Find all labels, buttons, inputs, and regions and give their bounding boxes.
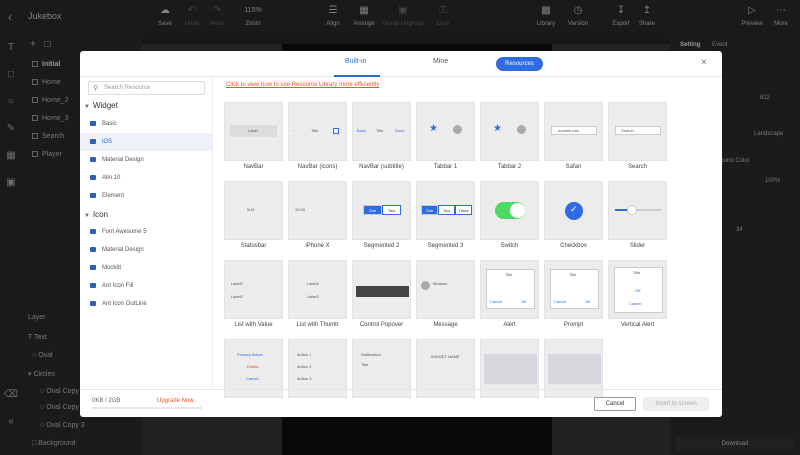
- modal-header: Built-in Mine Resources ×: [80, 51, 722, 77]
- popover-preview: [356, 286, 409, 297]
- help-link[interactable]: Click to view how to use Resource Librar…: [226, 82, 379, 88]
- modal-footer: 0KB / 2GB Upgrade Now Cancel Insert to s…: [80, 389, 722, 417]
- widget-card[interactable]: Label1 Label2 List with Thumb: [288, 260, 347, 331]
- category-item[interactable]: Font Awesome 5: [80, 223, 213, 241]
- storage-usage-bar: [92, 407, 202, 409]
- widget-thumbnail: [608, 181, 667, 240]
- search-icon: ⚲: [93, 85, 99, 92]
- widget-thumbnail: Mockan: [416, 260, 475, 319]
- check-icon: ✓: [570, 204, 578, 214]
- widget-thumbnail: [352, 260, 411, 319]
- folder-icon: [90, 301, 96, 306]
- category-item[interactable]: Basic: [80, 115, 213, 133]
- folder-icon: [90, 229, 96, 234]
- keyboard-preview: [548, 354, 601, 384]
- widget-thumbnail: Title OK Cancel: [608, 260, 667, 319]
- section-widget[interactable]: ▼ Widget: [84, 101, 118, 110]
- chevron-down-icon: ▼: [84, 104, 90, 110]
- widget-card[interactable]: One Two Three Segmented 3: [416, 181, 475, 252]
- folder-icon: [90, 139, 96, 144]
- circle-icon: [453, 125, 462, 134]
- category-item[interactable]: Material Design: [80, 241, 213, 259]
- widget-card[interactable]: ‹ Title NavBar (icons): [288, 102, 347, 173]
- category-item[interactable]: Ant Icon OutLine: [80, 295, 213, 313]
- widget-thumbnail: 9:41: [224, 181, 283, 240]
- square-icon: [333, 128, 339, 134]
- widget-thumbnail: Title Cancel OK: [544, 260, 603, 319]
- category-item[interactable]: Material Design: [80, 151, 213, 169]
- close-icon[interactable]: ×: [701, 57, 707, 68]
- slider-thumb: [627, 205, 637, 215]
- widget-card[interactable]: Slider: [608, 181, 667, 252]
- widget-thumbnail: ★: [416, 102, 475, 161]
- widget-card[interactable]: Back Title Done NavBar (subtitle): [352, 102, 411, 173]
- widget-card[interactable]: Title Cancel OK Alert: [480, 260, 539, 331]
- keyboard-preview: [484, 354, 537, 384]
- widget-card[interactable]: 12:00 iPhone X: [288, 181, 347, 252]
- widget-card[interactable]: Title OK Cancel Vertical Alert: [608, 260, 667, 331]
- upgrade-link[interactable]: Upgrade Now: [157, 398, 194, 404]
- category-item[interactable]: iOS: [80, 133, 213, 151]
- widget-card[interactable]: Label1 Label2 List with Value: [224, 260, 283, 331]
- back-chevron-icon: ‹: [293, 128, 295, 133]
- widget-card[interactable]: ★ Tabbar 2: [480, 102, 539, 173]
- widget-thumbnail: ✓: [544, 181, 603, 240]
- resource-library-modal: Built-in Mine Resources × ⚲ Search Resou…: [80, 51, 722, 417]
- active-tab-indicator: [334, 75, 380, 77]
- category-sidebar: ⚲ Search Resource ▼ Widget Basic iOS Mate…: [80, 77, 213, 389]
- widget-thumbnail: mockitt.com: [544, 102, 603, 161]
- section-icon[interactable]: ▼ Icon: [84, 210, 108, 219]
- widget-card[interactable]: ✓ Checkbox: [544, 181, 603, 252]
- widget-thumbnail: Label1 Label2: [224, 260, 283, 319]
- widget-card[interactable]: Control Popover: [352, 260, 411, 331]
- widget-card[interactable]: 9:41 Statusbar: [224, 181, 283, 252]
- star-icon: ★: [493, 123, 502, 134]
- widget-thumbnail: Title Cancel OK: [480, 260, 539, 319]
- circle-icon: [517, 125, 526, 134]
- widget-grid: Label NavBar ‹ Title NavBar (icons) Back…: [220, 102, 680, 398]
- folder-icon: [90, 121, 96, 126]
- avatar: [421, 281, 430, 290]
- widget-card[interactable]: Search Search: [608, 102, 667, 173]
- resource-search-input[interactable]: ⚲ Search Resource: [88, 81, 205, 95]
- widget-thumbnail: One Two: [352, 181, 411, 240]
- folder-icon: [90, 157, 96, 162]
- widget-card[interactable]: ★ Tabbar 1: [416, 102, 475, 173]
- cancel-button[interactable]: Cancel: [594, 397, 636, 411]
- widget-thumbnail: One Two Three: [416, 181, 475, 240]
- category-item[interactable]: Alin 10: [80, 169, 213, 187]
- widget-thumbnail: ‹ Title: [288, 102, 347, 161]
- widget-card[interactable]: One Two Segmented 2: [352, 181, 411, 252]
- insert-to-screen-button[interactable]: Insert to screen: [643, 397, 709, 411]
- category-item[interactable]: Mockitt: [80, 259, 213, 277]
- storage-usage: 0KB / 2GB: [92, 398, 121, 404]
- widget-thumbnail: Label: [224, 102, 283, 161]
- chevron-down-icon: ▼: [84, 213, 90, 219]
- widget-thumbnail: Label1 Label2: [288, 260, 347, 319]
- folder-icon: [90, 193, 96, 198]
- star-icon: ★: [429, 123, 438, 134]
- folder-icon: [90, 265, 96, 270]
- folder-icon: [90, 247, 96, 252]
- widget-thumbnail: Search: [608, 102, 667, 161]
- widget-card[interactable]: Title Cancel OK Prompt: [544, 260, 603, 331]
- widget-thumbnail: ★: [480, 102, 539, 161]
- resources-button[interactable]: Resources: [496, 57, 543, 71]
- widget-thumbnail: 12:00: [288, 181, 347, 240]
- switch-knob: [510, 203, 525, 218]
- widget-thumbnail: [480, 181, 539, 240]
- category-item[interactable]: Element: [80, 187, 213, 205]
- category-item[interactable]: Ant Icon Fill: [80, 277, 213, 295]
- tab-built-in[interactable]: Built-in: [345, 58, 366, 65]
- widget-card[interactable]: Label NavBar: [224, 102, 283, 173]
- folder-icon: [90, 283, 96, 288]
- widget-card[interactable]: mockitt.com Safari: [544, 102, 603, 173]
- folder-icon: [90, 175, 96, 180]
- widget-card[interactable]: Mockan Message: [416, 260, 475, 331]
- widget-card[interactable]: Switch: [480, 181, 539, 252]
- widget-thumbnail: Back Title Done: [352, 102, 411, 161]
- tab-mine[interactable]: Mine: [433, 58, 448, 65]
